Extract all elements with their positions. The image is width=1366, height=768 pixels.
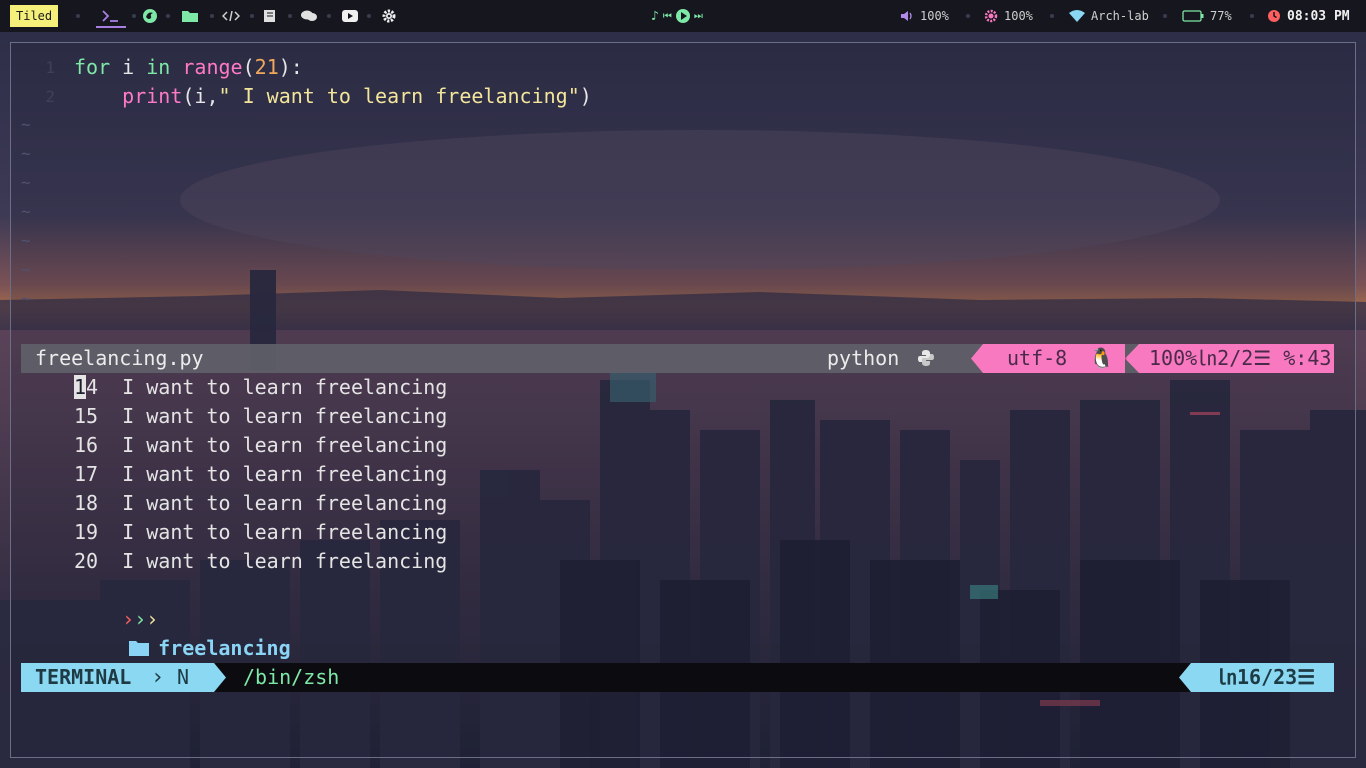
workspace-code-icon[interactable]: [221, 6, 241, 26]
next-icon[interactable]: ⏭: [694, 11, 703, 22]
folder-icon: [129, 641, 150, 656]
separator-dot: [166, 14, 170, 18]
code-line[interactable]: for i in range(21):: [74, 53, 303, 82]
network-indicator[interactable]: Arch-lab: [1069, 8, 1149, 24]
battery-value: 77%: [1210, 9, 1232, 23]
separator-dot: [1163, 14, 1167, 18]
workspace-chat-icon[interactable]: [299, 6, 319, 26]
sub-mode-label: N: [177, 665, 190, 689]
empty-line-marker: ~: [21, 115, 31, 134]
prompt-arrow: ›: [134, 607, 147, 631]
separator-dot: [132, 14, 136, 18]
empty-line-marker: ~: [21, 202, 31, 221]
file-encoding: utf-8 🐧: [1007, 346, 1115, 370]
terminal-position: ㏑16/23☰: [1217, 665, 1316, 689]
brightness-value: 100%: [1004, 9, 1033, 23]
terminal-window[interactable]: 1 for i in range(21): 2 print(i," I want…: [10, 42, 1356, 758]
python-icon: [918, 350, 935, 366]
code-token: ): [579, 84, 592, 108]
workspace-gear-icon[interactable]: [379, 6, 399, 26]
code-token: (: [242, 55, 255, 79]
code-line[interactable]: print(i," I want to learn freelancing"): [74, 82, 592, 111]
line-number: 2: [45, 87, 55, 106]
brightness-indicator[interactable]: 100%: [984, 8, 1033, 24]
code-token: (i,: [182, 84, 219, 108]
separator-dot: [1050, 14, 1054, 18]
battery-indicator[interactable]: 77%: [1182, 8, 1232, 24]
file-type: python: [827, 344, 935, 373]
prompt-arrow: ›: [146, 607, 159, 631]
prompt-arrow: ›: [122, 607, 135, 631]
linux-icon: 🐧: [1089, 346, 1115, 370]
top-panel: Tiled ♪ ⏮ ⏭ 100% 100% Arch-lab 77% 08:03…: [0, 0, 1366, 32]
terminal-output-line: 15 I want to learn freelancing: [74, 404, 448, 428]
separator-dot: [288, 14, 292, 18]
play-icon[interactable]: [675, 9, 690, 23]
code-token: print: [122, 84, 183, 108]
separator-dot: [966, 14, 970, 18]
brightness-icon: [984, 9, 998, 23]
terminal-cursor: 1: [74, 375, 87, 399]
wifi-icon: [1069, 10, 1085, 22]
terminal-output-line: 20 I want to learn freelancing: [74, 549, 448, 573]
layout-mode-badge[interactable]: Tiled: [10, 5, 59, 27]
previous-icon[interactable]: ⏮: [663, 11, 672, 22]
code-token: ):: [278, 55, 303, 79]
network-name: Arch-lab: [1091, 9, 1149, 23]
terminal-statusline: TERMINAL › N /bin/zsh ㏑16/23☰: [21, 663, 1334, 692]
code-token: i: [110, 55, 147, 79]
code-token: " I want to learn freelancing": [218, 84, 580, 108]
terminal-output-line: 17 I want to learn freelancing: [74, 462, 448, 486]
workspace-youtube-icon[interactable]: [340, 6, 360, 26]
workspace-book-icon[interactable]: [260, 6, 280, 26]
volume-value: 100%: [920, 9, 949, 23]
editor-statusline: freelancing.py python utf-8 🐧 100%㏑2/2☰ …: [21, 344, 1334, 373]
empty-line-marker: ~: [21, 289, 31, 308]
volume-icon: [901, 11, 912, 21]
code-token: in: [146, 55, 171, 79]
separator-dot: [76, 14, 80, 18]
volume-indicator[interactable]: 100%: [900, 8, 949, 24]
terminal-output-line: 18 I want to learn freelancing: [74, 491, 448, 515]
empty-line-marker: ~: [21, 231, 31, 250]
media-controls: ♪ ⏮ ⏭: [651, 8, 703, 24]
cursor-position: 100%㏑2/2☰ %:43: [1149, 346, 1332, 370]
code-token: for: [74, 55, 111, 79]
separator-dot: [210, 14, 214, 18]
separator-dot: [1250, 14, 1254, 18]
terminal-output-line: 19 I want to learn freelancing: [74, 520, 448, 544]
terminal-output-line: 14 I want to learn freelancing: [74, 375, 448, 399]
empty-line-marker: ~: [21, 260, 31, 279]
clock-time: 08:03 PM: [1287, 8, 1350, 24]
code-token: 21: [254, 55, 279, 79]
active-workspace-indicator: [96, 26, 126, 28]
code-token: range: [182, 55, 243, 79]
terminal-output-line: 16 I want to learn freelancing: [74, 433, 448, 457]
battery-icon: [1182, 10, 1204, 22]
clock[interactable]: 08:03 PM: [1267, 8, 1350, 24]
shell-path: /bin/zsh: [243, 665, 340, 689]
separator-dot: [367, 14, 371, 18]
line-number: 1: [45, 58, 55, 77]
workspace-terminal-icon[interactable]: [101, 6, 121, 26]
chevron-right-icon: ›: [151, 665, 165, 690]
separator-dot: [327, 14, 331, 18]
clock-icon: [1268, 10, 1280, 22]
current-directory: freelancing: [158, 636, 291, 660]
workspace-firefox-icon[interactable]: [140, 6, 160, 26]
file-name: freelancing.py: [35, 346, 204, 370]
music-note-icon: ♪: [651, 8, 659, 24]
empty-line-marker: ~: [21, 173, 31, 192]
mode-label: TERMINAL: [35, 665, 132, 689]
separator-dot: [250, 14, 254, 18]
empty-line-marker: ~: [21, 144, 31, 163]
workspace-folder-icon[interactable]: [180, 6, 200, 26]
